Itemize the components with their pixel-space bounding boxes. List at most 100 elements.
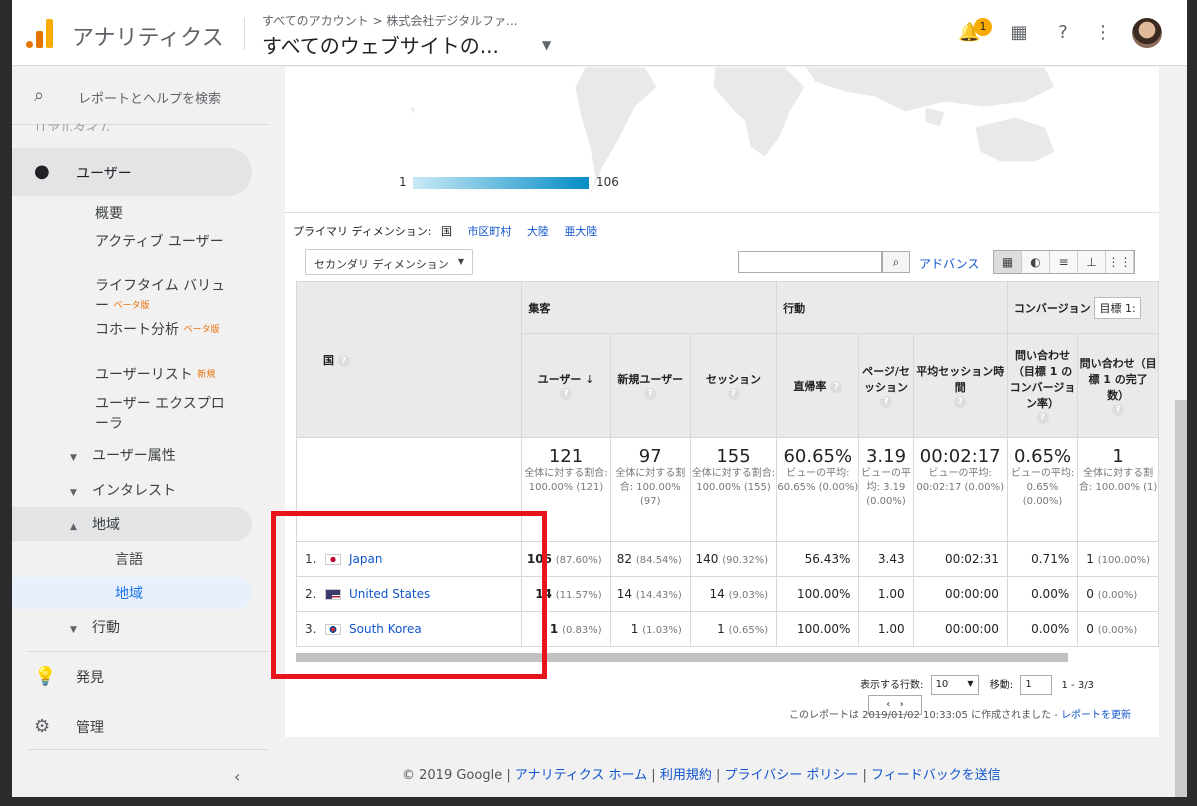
dimension-subcontinent-link[interactable]: 亜大陸 [564, 225, 597, 238]
view-selector[interactable]: すべてのウェブサイトの... [262, 30, 499, 59]
performance-view-icon[interactable]: ≡ [1050, 251, 1078, 273]
sidebar-item-label: ユーザー [76, 166, 132, 182]
apps-grid-icon[interactable]: ▦ [1008, 22, 1030, 44]
goal-completions-column-header[interactable]: 問い合わせ（目標 1 の完了数）? [1077, 333, 1159, 438]
help-icon[interactable]: ? [644, 388, 657, 400]
help-icon[interactable]: ? [1052, 22, 1074, 44]
advanced-filter-link[interactable]: アドバンス [919, 255, 979, 272]
sidebar-item-overview[interactable]: 概要 [95, 204, 123, 224]
behavior-group-header: 行動 [776, 281, 1008, 334]
goto-page-input[interactable]: 1 [1020, 675, 1053, 695]
page-range: 1 - 3/3 [1061, 680, 1094, 691]
footer-link-feedback[interactable]: フィードバックを送信 [871, 768, 1001, 783]
conversion-cell: 0.00% [1006, 576, 1079, 612]
sidebar-item-discover[interactable]: 💡 発見 [34, 666, 104, 687]
dimension-city-link[interactable]: 市区町村 [467, 225, 511, 238]
sidebar-item-cohort[interactable]: コホート分析 ベータ版 [95, 320, 235, 340]
more-vert-icon[interactable]: ⋮ [1092, 22, 1114, 44]
secondary-dimension-dropdown[interactable]: セカンダリ ディメンション ▼ [305, 249, 473, 275]
sidebar-item-user-explorer[interactable]: ユーザー エクスプローラ [95, 394, 225, 434]
dimension-continent-link[interactable]: 大陸 [527, 225, 549, 238]
goal-conversion-rate-column-header[interactable]: 問い合わせ（目標 1 のコンバージョン率）? [1006, 333, 1079, 438]
search-icon: ⌕ [34, 85, 45, 106]
search-placeholder: レポートとヘルプを検索 [78, 92, 222, 107]
account-breadcrumb[interactable]: すべてのアカウント > 株式会社デジタルファ... [262, 12, 518, 29]
sidebar-item-admin[interactable]: ⚙ 管理 [34, 716, 104, 737]
vertical-scrollbar[interactable] [1175, 400, 1187, 797]
sidebar-item-location[interactable]: 地域 [115, 583, 143, 603]
footer: © 2019 Google | アナリティクス ホーム | 利用規約 | プライ… [402, 768, 1001, 783]
conversion-group-header: コンバージョン 目標 1: [1006, 281, 1160, 334]
users-column-header[interactable]: ユーザー ↓? [521, 333, 611, 438]
goal-selector[interactable]: 目標 1: [1094, 296, 1141, 319]
sessions-column-header[interactable]: セッション? [689, 333, 778, 438]
copyright: © 2019 Google | [402, 768, 515, 783]
table-filter-input[interactable] [738, 251, 882, 273]
footer-link-terms[interactable]: 利用規約 [660, 768, 712, 783]
avatar[interactable] [1132, 18, 1162, 48]
header-divider [244, 18, 245, 50]
report-search[interactable]: ⌕ レポートとヘルプを検索 [12, 67, 268, 125]
bounce-rate-column-header[interactable]: 直帰率 ? [776, 333, 860, 438]
help-icon[interactable]: ? [727, 388, 740, 400]
analytics-logo-icon[interactable] [26, 18, 54, 48]
sidebar-group-demographics[interactable]: ▼ ユーザー属性 [70, 445, 176, 465]
sessions-cell: 14 (9.03%) [689, 576, 778, 612]
footer-link-privacy[interactable]: プライバシー ポリシー [724, 768, 858, 783]
country-column-header[interactable]: 国 ? [295, 281, 523, 438]
pie-view-icon[interactable]: ◐ [1022, 251, 1050, 273]
top-bar: アナリティクス すべてのアカウント > 株式会社デジタルファ... すべてのウェ… [12, 0, 1187, 66]
sidebar-item-users[interactable]: ● ユーザー [12, 148, 252, 196]
sidebar-item-lifetime-value[interactable]: ライフタイム バリュー ベータ版 [95, 276, 235, 316]
help-icon[interactable]: ? [954, 396, 967, 408]
avg-session-duration-column-header[interactable]: 平均セッション時間? [912, 333, 1008, 438]
help-icon[interactable]: ? [830, 380, 843, 393]
view-toggle-group: ▦ ◐ ≡ ⊥ ⋮⋮ [993, 250, 1135, 274]
total-bounce-rate: 60.65% ビューの平均: 60.65% (0.00%) [776, 437, 860, 542]
pivot-view-icon[interactable]: ⋮⋮ [1106, 251, 1134, 273]
new-users-column-header[interactable]: 新規ユーザー? [609, 333, 691, 438]
new-users-cell: 14 (14.43%) [609, 576, 691, 612]
help-icon[interactable]: ? [560, 388, 572, 400]
avg-duration-cell: 00:02:31 [912, 541, 1008, 577]
primary-dimension-current: 国 [440, 225, 452, 238]
help-icon[interactable]: ? [1036, 412, 1049, 424]
pages-per-session-column-header[interactable]: ページ/セッション? [858, 333, 914, 438]
caret-down-icon[interactable]: ▼ [542, 38, 551, 52]
sidebar-item-realtime[interactable]: リアルタイム [34, 119, 112, 131]
gear-icon: ⚙ [34, 716, 51, 737]
new-users-cell: 82 (84.54%) [609, 541, 691, 577]
total-conversion-rate: 0.65% ビューの平均: 0.65% (0.00%) [1006, 437, 1079, 542]
bounce-cell: 100.00% [776, 611, 860, 647]
table-view-icon[interactable]: ▦ [994, 251, 1022, 273]
bounce-cell: 100.00% [776, 576, 860, 612]
chevron-left-icon[interactable]: ‹ [234, 767, 240, 786]
refresh-report-link[interactable]: レポートを更新 [1061, 710, 1131, 721]
beta-tag: ベータ版 [183, 325, 220, 335]
sidebar-group-geo[interactable]: ▲ 地域 [70, 514, 120, 534]
legend-max: 106 [596, 175, 619, 189]
sidebar-group-behavior[interactable]: ▼ 行動 [70, 617, 120, 637]
caret-down-icon: ▼ [967, 679, 974, 688]
help-icon[interactable]: ? [337, 354, 350, 367]
app-title: アナリティクス [72, 26, 224, 51]
sessions-cell: 1 (0.65%) [689, 611, 778, 647]
sidebar-group-interests[interactable]: ▼ インタレスト [70, 480, 176, 500]
help-icon[interactable]: ? [880, 396, 892, 408]
sidebar-item-language[interactable]: 言語 [115, 549, 143, 569]
search-icon[interactable]: ⌕ [882, 251, 910, 273]
sidebar-item-user-list[interactable]: ユーザーリスト 新規 [95, 365, 215, 385]
rows-per-page-select[interactable]: 10 ▼ [930, 675, 979, 695]
help-icon[interactable]: ? [1112, 404, 1125, 416]
comparison-view-icon[interactable]: ⊥ [1078, 251, 1106, 273]
sidebar-item-active-users[interactable]: アクティブ ユーザー [95, 232, 235, 252]
footer-link-home[interactable]: アナリティクス ホーム [515, 768, 647, 783]
legend-min: 1 [399, 175, 407, 189]
rows-label: 表示する行数: [860, 680, 924, 691]
conversion-cell: 0.00% [1006, 611, 1079, 647]
sidebar-group-geo-bg [12, 507, 252, 541]
person-icon: ● [34, 161, 50, 182]
geo-map[interactable]: 1 106 [285, 67, 1159, 212]
sidebar: ⌕ レポートとヘルプを検索 リアルタイム ● ユーザー 概要 アクティブ ユーザ… [12, 67, 280, 797]
avg-duration-cell: 00:00:00 [912, 576, 1008, 612]
